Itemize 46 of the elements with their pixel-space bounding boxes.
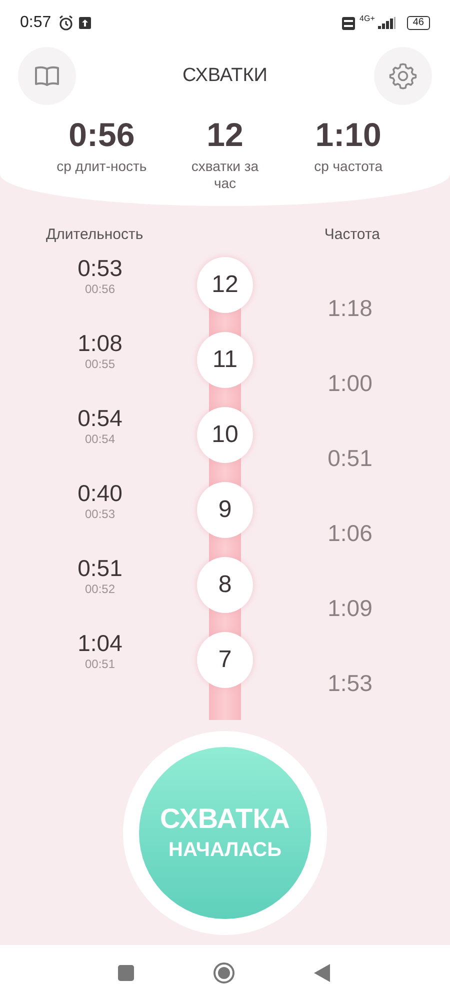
status-time: 0:57 <box>20 14 52 32</box>
duration-value: 0:51 <box>78 554 122 582</box>
stat-value: 0:56 <box>68 116 135 154</box>
signal-icon <box>378 17 396 29</box>
average-value: 00:54 <box>84 432 115 446</box>
settings-icon <box>388 61 418 91</box>
contraction-number: 11 <box>197 332 253 388</box>
average-value: 00:52 <box>84 582 115 596</box>
back-icon[interactable] <box>314 964 330 982</box>
frequency-value: 1:09 <box>328 595 372 621</box>
average-value: 00:55 <box>84 357 115 371</box>
frequency-value: 1:18 <box>328 295 372 321</box>
home-icon[interactable] <box>213 962 235 984</box>
book-icon <box>34 65 60 87</box>
duration-value: 1:08 <box>78 329 122 357</box>
upload-icon <box>79 17 92 29</box>
stat-label: схватки за час <box>190 158 260 192</box>
start-contraction-button[interactable]: СХВАТКА НАЧАЛАСЬ <box>139 746 311 918</box>
column-header: Длительность <box>46 226 144 245</box>
average-value: 00:53 <box>84 507 115 521</box>
network-type: 4G+ <box>360 14 375 23</box>
recents-icon[interactable] <box>118 964 134 980</box>
frequency-value: 0:51 <box>328 445 372 471</box>
contraction-number: 12 <box>197 257 253 313</box>
duration-value: 0:40 <box>78 479 122 507</box>
stat-label: ср частота <box>314 158 383 175</box>
duration-value: 1:04 <box>78 629 122 657</box>
screen-title: СХВАТКИ <box>182 65 268 87</box>
duration-value: 0:53 <box>78 254 122 282</box>
frequency-value: 1:53 <box>328 670 372 696</box>
stat-value: 1:10 <box>315 116 382 154</box>
duration-value: 0:54 <box>78 404 122 432</box>
stat-value: 12 <box>206 116 244 154</box>
average-value: 00:51 <box>84 657 115 671</box>
stat-label: ср длит-ность <box>56 158 147 175</box>
frequency-value: 1:06 <box>328 520 372 546</box>
average-value: 00:56 <box>84 282 115 296</box>
contraction-number: 7 <box>197 632 253 688</box>
battery-indicator: 46 <box>406 16 430 30</box>
volte-icon <box>342 16 355 30</box>
column-header: Частота <box>324 226 380 245</box>
contraction-number: 8 <box>197 557 253 613</box>
contraction-number: 10 <box>197 407 253 463</box>
alarm-icon <box>58 15 74 31</box>
contraction-number: 9 <box>197 482 253 538</box>
frequency-value: 1:00 <box>328 370 372 396</box>
